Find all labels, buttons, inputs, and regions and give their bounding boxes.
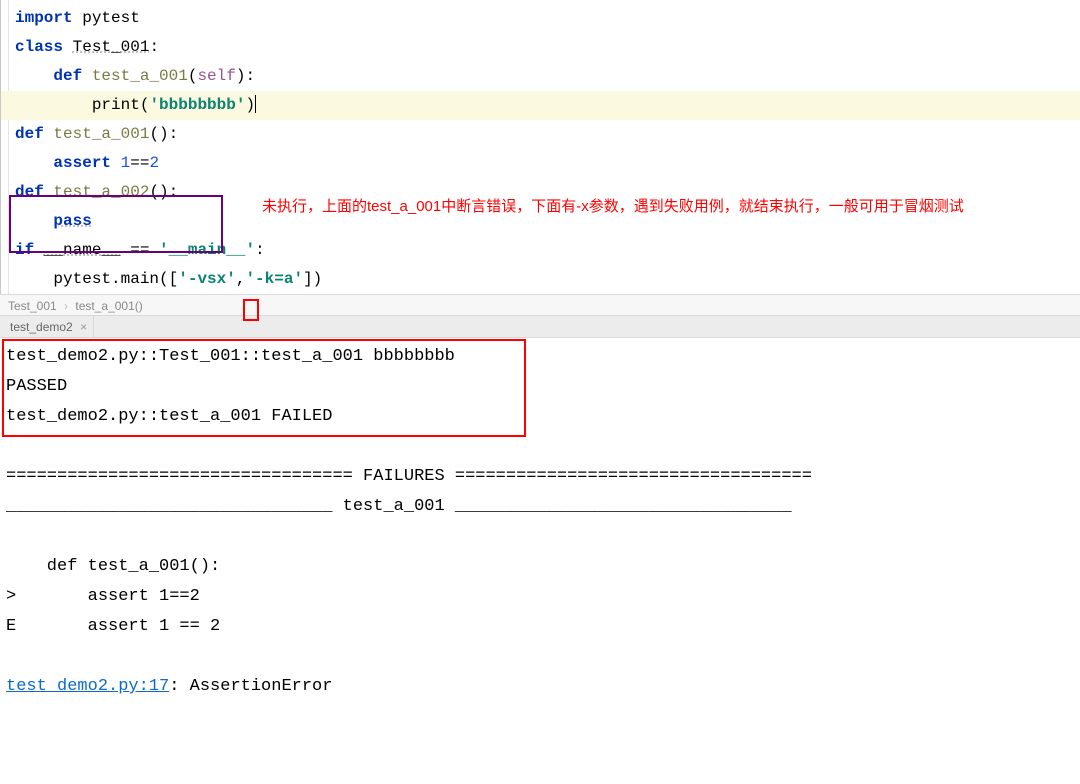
number: 1: [121, 154, 131, 172]
console-failures-header: ================================== FAILU…: [6, 462, 1074, 492]
text-cursor: [255, 95, 256, 113]
code-line[interactable]: assert 1==2: [1, 149, 1080, 178]
close-icon[interactable]: ×: [80, 320, 87, 334]
console-output-pane[interactable]: test_demo2.py::Test_001::test_a_001 bbbb…: [0, 338, 1080, 702]
keyword-pass: pass: [53, 212, 91, 230]
console-blank: [6, 642, 1074, 672]
function-name: test_a_001: [53, 125, 149, 143]
annotation-text: 未执行，上面的test_a_001中断言错误，下面有-x参数，遇到失败用例，就结…: [262, 196, 1070, 218]
console-line: test_demo2.py::test_a_001 FAILED: [6, 402, 1074, 432]
breadcrumb-item[interactable]: Test_001: [8, 299, 57, 313]
operator-eq: ==: [130, 241, 149, 259]
string-literal: 'bbbbbbbb': [149, 96, 245, 114]
console-traceback: test_demo2.py:17: AssertionError: [6, 672, 1074, 702]
module-name: pytest: [82, 9, 140, 27]
param-self: self: [197, 67, 235, 85]
console-tab-bar[interactable]: test_demo2 ×: [0, 316, 1080, 338]
traceback-error: : AssertionError: [169, 677, 332, 696]
keyword-def: def: [15, 125, 44, 143]
console-blank: [6, 522, 1074, 552]
call-pytest: pytest: [53, 270, 111, 288]
comma: ,: [236, 270, 246, 288]
tab-label: test_demo2: [10, 320, 73, 334]
class-name: Test_001: [73, 38, 150, 56]
string-literal: '-k=a': [245, 270, 303, 288]
console-tab[interactable]: test_demo2 ×: [4, 316, 94, 338]
string-literal: '-vsx': [178, 270, 236, 288]
traceback-file-link[interactable]: test_demo2.py:17: [6, 677, 169, 696]
keyword-def: def: [15, 183, 44, 201]
close-bracket: ]): [303, 270, 322, 288]
number: 2: [149, 154, 159, 172]
code-line[interactable]: def test_a_001():: [1, 120, 1080, 149]
call-main: .main([: [111, 270, 178, 288]
console-line: def test_a_001():: [6, 552, 1074, 582]
code-line[interactable]: if __name__ == '__main__':: [1, 236, 1080, 265]
call-print: print: [92, 96, 140, 114]
operator: ==: [130, 154, 149, 172]
code-editor-pane[interactable]: import pytest class Test_001: def test_a…: [0, 0, 1080, 294]
breadcrumb-item[interactable]: test_a_001(): [75, 299, 142, 313]
console-blank: [6, 432, 1074, 462]
console-failures-name: ________________________________ test_a_…: [6, 492, 1074, 522]
console-line: E assert 1 == 2: [6, 612, 1074, 642]
keyword-assert: assert: [53, 154, 111, 172]
keyword-import: import: [15, 9, 73, 27]
chevron-right-icon: ›: [64, 299, 68, 313]
console-line: > assert 1==2: [6, 582, 1074, 612]
breadcrumb[interactable]: Test_001 › test_a_001(): [0, 294, 1080, 316]
function-name: test_a_001: [92, 67, 188, 85]
console-line: PASSED: [6, 372, 1074, 402]
code-line-current[interactable]: print('bbbbbbbb'): [1, 91, 1080, 120]
console-line: test_demo2.py::Test_001::test_a_001 bbbb…: [6, 342, 1074, 372]
dunder-name: __name__: [44, 241, 121, 259]
keyword-def: def: [53, 67, 82, 85]
code-line[interactable]: import pytest: [1, 4, 1080, 33]
keyword-class: class: [15, 38, 63, 56]
keyword-if: if: [15, 241, 34, 259]
code-line[interactable]: pytest.main(['-vsx','-k=a']): [1, 265, 1080, 294]
code-line[interactable]: class Test_001:: [1, 33, 1080, 62]
code-line[interactable]: def test_a_001(self):: [1, 62, 1080, 91]
function-name: test_a_002: [53, 183, 149, 201]
string-literal: '__main__': [159, 241, 255, 259]
